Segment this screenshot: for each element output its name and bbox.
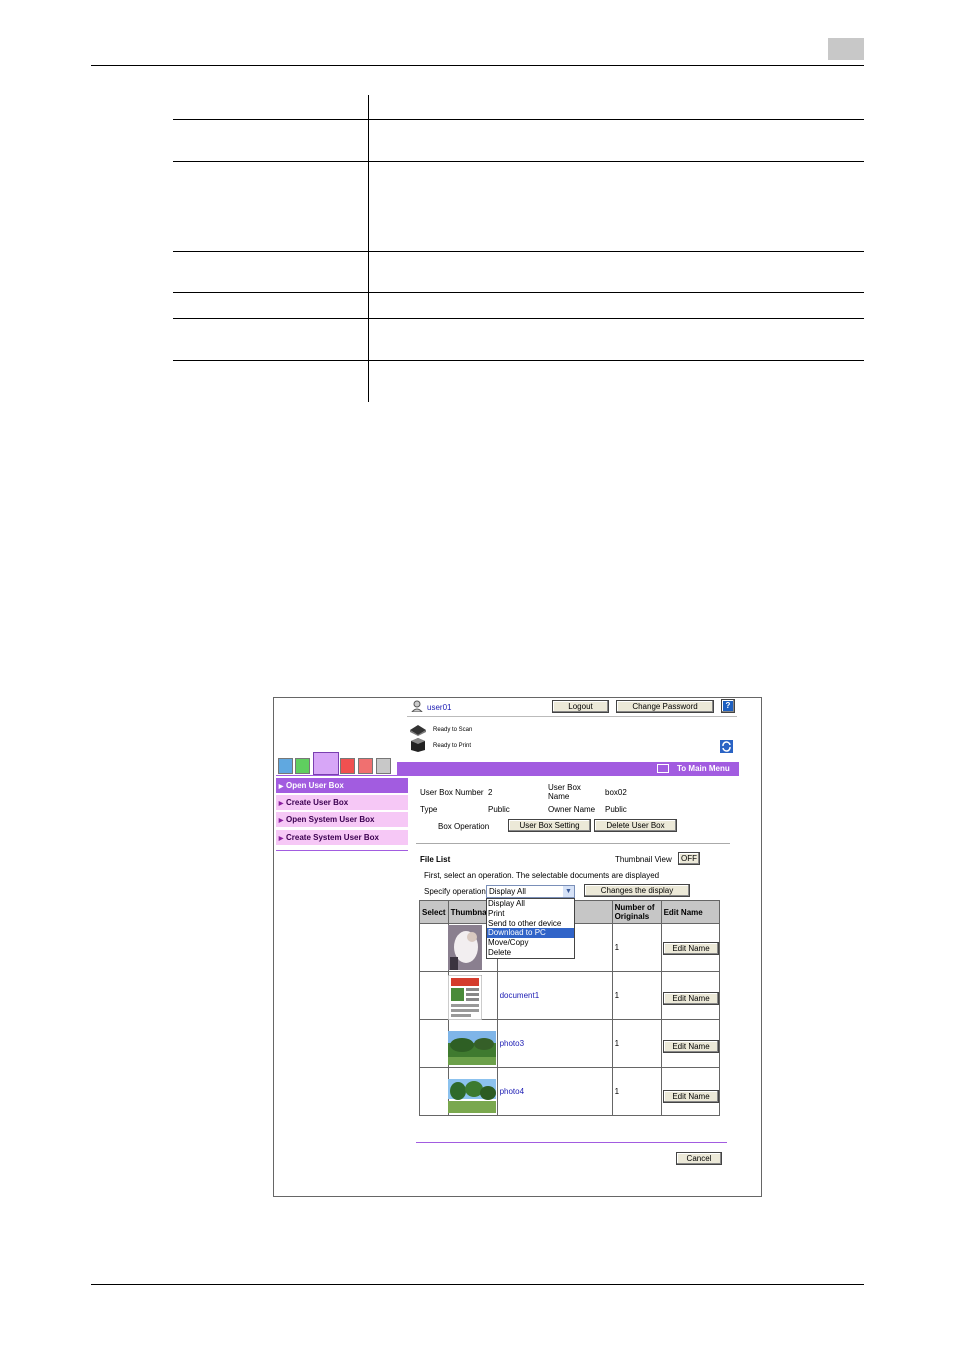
thumbnail-document-icon <box>448 975 482 1020</box>
col-originals: Number of Originals <box>611 900 662 924</box>
changes-display-button[interactable]: Changes the display <box>584 884 690 897</box>
owner-label: Owner Name <box>548 805 596 814</box>
col-edit-name: Edit Name <box>660 900 720 924</box>
change-password-button[interactable]: Change Password <box>616 700 714 713</box>
box-name-label: User Box <box>548 783 581 792</box>
user-name-link[interactable]: user01 <box>427 703 451 712</box>
option-download-to-pc[interactable]: Download to PC <box>487 928 574 939</box>
document-name[interactable]: photo4 <box>496 1067 613 1116</box>
operation-dropdown-list[interactable]: Display All Print Send to other device D… <box>486 898 575 959</box>
file-list-title: File List <box>420 855 451 864</box>
top-divider <box>407 716 737 717</box>
type-label: Type <box>420 805 438 814</box>
option-print[interactable]: Print <box>487 909 574 919</box>
web-connection-screenshot: user01 Logout Change Password ? Ready to… <box>273 697 762 1197</box>
originals-count: 1 <box>611 1019 662 1068</box>
table-row-rule <box>173 161 864 162</box>
box-number-value: 2 <box>488 788 493 797</box>
tab-system-icon[interactable] <box>278 758 293 774</box>
specify-operation-label: Specify operation <box>424 887 486 896</box>
tab-job-icon[interactable] <box>295 758 310 774</box>
type-value: Public <box>488 805 510 814</box>
logout-button[interactable]: Logout <box>552 700 609 713</box>
page-number-tab <box>828 38 864 60</box>
box-operation-label: Box Operation <box>438 822 490 831</box>
document-name[interactable]: photo3 <box>496 1019 613 1068</box>
originals-count: 1 <box>611 971 662 1020</box>
thumbnail-view-toggle[interactable]: OFF <box>678 852 700 865</box>
to-main-menu-link[interactable]: To Main Menu <box>677 764 730 773</box>
printer-icon <box>411 738 425 752</box>
thumbnail-photo-icon <box>448 925 482 970</box>
print-status: Ready to Print <box>433 743 472 749</box>
box-number-label: User Box Number <box>420 788 484 797</box>
thumbnail-landscape-icon <box>448 1031 496 1065</box>
col-select: Select <box>419 900 449 924</box>
sidebar-item-open-user-box[interactable]: ▶ Open User Box <box>276 778 408 794</box>
menu-icon <box>657 764 669 773</box>
select-cell[interactable] <box>419 1067 449 1116</box>
sidebar-bottom-rule <box>276 850 408 851</box>
owner-value: Public <box>605 805 627 814</box>
scanner-icon <box>410 725 426 736</box>
table-column-divider <box>368 95 369 402</box>
help-icon[interactable]: ? <box>721 699 735 713</box>
delete-user-box-button[interactable]: Delete User Box <box>594 819 677 832</box>
table-row-rule <box>173 292 864 293</box>
sidebar-item-create-system-user-box[interactable]: ▶ Create System User Box <box>276 830 408 846</box>
sidebar-item-create-user-box[interactable]: ▶ Create User Box <box>276 795 408 811</box>
edit-name-button[interactable]: Edit Name <box>663 1040 719 1053</box>
tab-store-address-icon[interactable] <box>358 758 373 774</box>
user-icon <box>411 700 423 712</box>
chevron-down-icon[interactable]: ▼ <box>563 886 574 897</box>
table-row-rule <box>173 360 864 361</box>
option-display-all[interactable]: Display All <box>487 899 574 909</box>
table-row-rule <box>173 251 864 252</box>
tab-maintenance-icon[interactable] <box>376 758 391 774</box>
instruction-text: First, select an operation. The selectab… <box>424 871 660 880</box>
header-rule <box>91 65 864 66</box>
refresh-icon[interactable] <box>720 740 733 753</box>
document-name[interactable]: document1 <box>496 971 613 1020</box>
option-send-to-other-device[interactable]: Send to other device <box>487 919 574 929</box>
operation-select-value: Display All <box>489 887 526 896</box>
table-row-rule <box>173 318 864 319</box>
user-box-setting-button[interactable]: User Box Setting <box>508 819 591 832</box>
tab-box-icon[interactable] <box>313 752 339 775</box>
box-name-label-2: Name <box>548 792 570 801</box>
thumbnail-view-label: Thumbnail View <box>615 855 672 864</box>
box-name-value: box02 <box>605 788 627 797</box>
thumbnail-landscape-icon <box>448 1079 496 1113</box>
edit-name-button[interactable]: Edit Name <box>663 1090 719 1103</box>
cancel-button[interactable]: Cancel <box>676 1152 722 1165</box>
tab-underline <box>276 775 739 776</box>
operation-select[interactable]: Display All ▼ <box>486 885 575 898</box>
footer-rule <box>91 1284 864 1285</box>
bottom-rule <box>416 1142 727 1143</box>
scan-status: Ready to Scan <box>433 727 473 733</box>
select-cell[interactable] <box>419 923 449 972</box>
edit-name-button[interactable]: Edit Name <box>663 942 719 955</box>
option-move-copy[interactable]: Move/Copy <box>487 938 574 948</box>
table-row-rule <box>173 119 864 120</box>
tab-print-icon[interactable] <box>340 758 355 774</box>
info-divider <box>416 843 730 844</box>
select-cell[interactable] <box>419 1019 449 1068</box>
select-cell[interactable] <box>419 971 449 1020</box>
originals-count: 1 <box>611 923 662 972</box>
edit-name-button[interactable]: Edit Name <box>663 992 719 1005</box>
originals-count: 1 <box>611 1067 662 1116</box>
sidebar-item-open-system-user-box[interactable]: ▶ Open System User Box <box>276 812 408 828</box>
main-menu-bar: To Main Menu <box>397 762 739 775</box>
option-delete[interactable]: Delete <box>487 948 574 958</box>
